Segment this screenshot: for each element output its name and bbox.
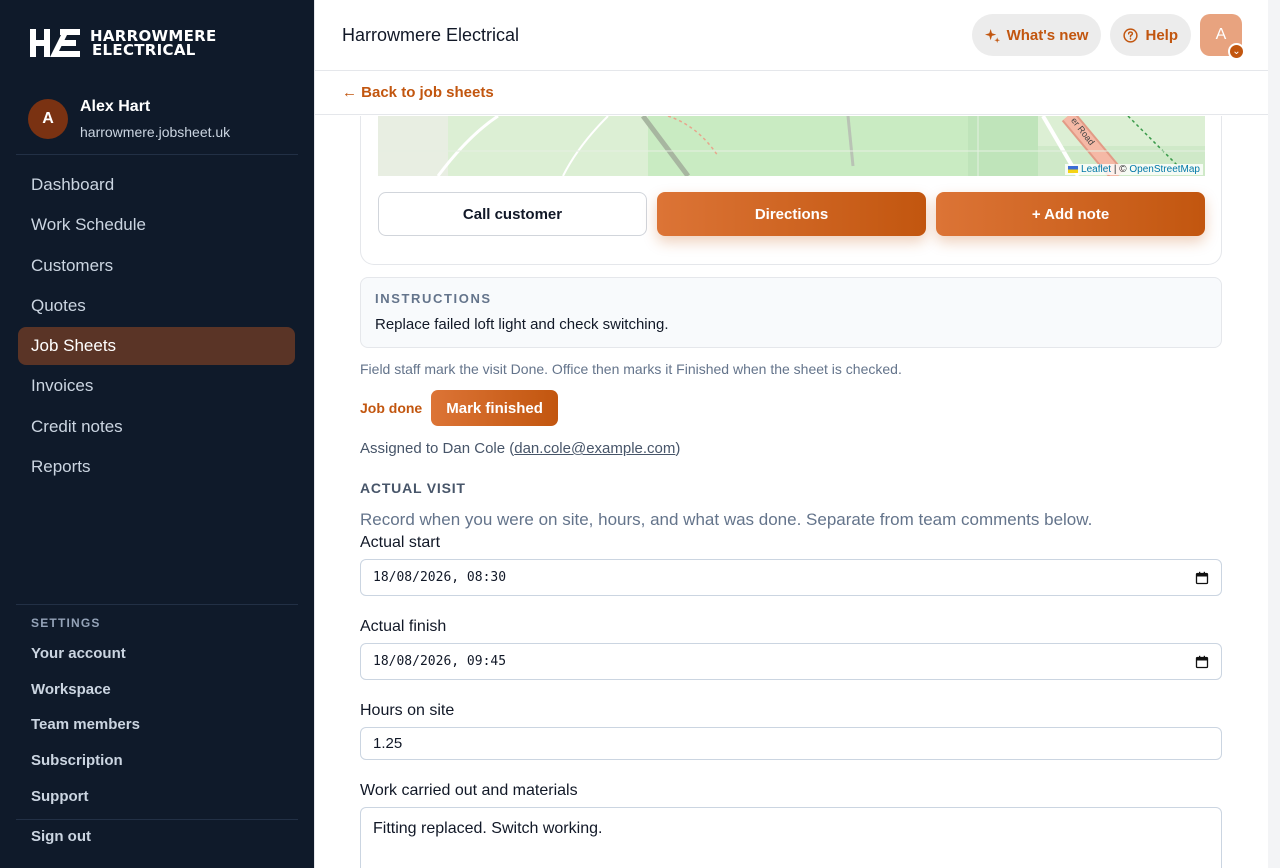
- status-help-text: Field staff mark the visit Done. Office …: [360, 361, 902, 377]
- account-avatar[interactable]: A ⌄: [1200, 14, 1245, 60]
- settings-item-your-account[interactable]: Your account: [31, 636, 140, 672]
- actual-visit-description: Record when you were on site, hours, and…: [360, 510, 1093, 529]
- map-attribution: Leaflet | © OpenStreetMap: [1065, 164, 1203, 175]
- location-map[interactable]: er Road Leaflet | © OpenStreetMap: [378, 116, 1205, 176]
- sparkle-icon: [984, 28, 1000, 43]
- whats-new-button[interactable]: What's new: [971, 14, 1102, 56]
- sidebar-item-job-sheets[interactable]: Job Sheets: [18, 327, 295, 366]
- openstreetmap-link[interactable]: OpenStreetMap: [1129, 164, 1200, 175]
- scrollbar-track[interactable]: [1268, 0, 1280, 868]
- settings-item-subscription[interactable]: Subscription: [31, 743, 140, 779]
- mark-finished-button[interactable]: Mark finished: [431, 390, 558, 426]
- top-actions: What's new Help A ⌄: [971, 14, 1245, 60]
- work-carried-out-label: Work carried out and materials: [360, 782, 578, 799]
- calendar-icon[interactable]: [1195, 655, 1209, 669]
- page-title: Harrowmere Electrical: [342, 24, 520, 45]
- user-name: Alex Hart: [80, 98, 151, 115]
- back-to-job-sheets-link[interactable]: ← Back to job sheets: [342, 84, 494, 101]
- actual-finish-input[interactable]: 18/08/2026, 09:45: [360, 643, 1222, 680]
- user-profile[interactable]: A Alex Hart harrowmere.jobsheet.uk: [28, 98, 230, 140]
- status-row: Job done Mark finished: [360, 390, 1222, 426]
- hours-on-site-value: 1.25: [373, 735, 403, 752]
- hours-on-site-label: Hours on site: [360, 702, 455, 719]
- help-circle-icon: [1123, 27, 1139, 43]
- top-bar: Harrowmere Electrical What's new Help A …: [315, 0, 1268, 71]
- assigned-suffix: ): [675, 440, 681, 457]
- instructions-label: INSTRUCTIONS: [375, 291, 492, 306]
- assignee-email-link[interactable]: dan.cole@example.com: [514, 440, 675, 457]
- location-actions: Call customer Directions + Add note: [378, 192, 1205, 236]
- actual-visit-heading: ACTUAL VISIT: [360, 480, 466, 496]
- sidebar-divider: [16, 604, 298, 605]
- add-note-button[interactable]: + Add note: [936, 192, 1205, 236]
- sidebar-item-work-schedule[interactable]: Work Schedule: [18, 206, 295, 244]
- settings-item-workspace[interactable]: Workspace: [31, 672, 140, 708]
- hours-on-site-input[interactable]: 1.25: [360, 727, 1222, 760]
- assigned-prefix: Assigned to Dan Cole (: [360, 440, 515, 457]
- help-button[interactable]: Help: [1110, 14, 1191, 56]
- brand-line2: ELECTRICAL: [92, 41, 196, 59]
- settings-list: Your account Workspace Team members Subs…: [31, 636, 140, 814]
- brand-logo[interactable]: HARROWMERE ELECTRICAL: [30, 28, 217, 58]
- sidebar-item-credit-notes[interactable]: Credit notes: [18, 408, 295, 446]
- call-customer-button[interactable]: Call customer: [378, 192, 647, 236]
- attribution-separator: | ©: [1111, 164, 1130, 175]
- actual-finish-value: 18/08/2026, 09:45: [373, 654, 507, 669]
- chevron-down-icon: ⌄: [1228, 43, 1245, 60]
- assigned-to: Assigned to Dan Cole (dan.cole@example.c…: [360, 440, 1222, 457]
- settings-item-team-members[interactable]: Team members: [31, 707, 140, 743]
- whats-new-label: What's new: [1006, 26, 1089, 44]
- flag-icon: [1068, 165, 1079, 173]
- work-carried-out-group: Work carried out and materials Fitting r…: [360, 782, 1222, 868]
- job-done-status: Job done: [360, 400, 423, 416]
- directions-button[interactable]: Directions: [657, 192, 926, 236]
- help-label: Help: [1145, 26, 1178, 44]
- sidebar-divider: [16, 154, 298, 155]
- back-bar: ← Back to job sheets: [315, 71, 1268, 115]
- job-sheet-content: er Road Leaflet | © OpenStreetMap Call c…: [360, 116, 1222, 868]
- logo-mark-icon: [30, 29, 80, 57]
- user-domain: harrowmere.jobsheet.uk: [80, 124, 231, 140]
- sidebar-item-quotes[interactable]: Quotes: [18, 287, 295, 325]
- leaflet-link[interactable]: Leaflet: [1081, 164, 1111, 175]
- actual-start-label: Actual start: [360, 534, 441, 551]
- actual-finish-group: Actual finish 18/08/2026, 09:45: [360, 618, 1222, 680]
- actual-start-value: 18/08/2026, 08:30: [373, 570, 507, 585]
- sidebar-item-invoices[interactable]: Invoices: [18, 367, 295, 405]
- sidebar-item-dashboard[interactable]: Dashboard: [18, 166, 295, 204]
- instructions-box: INSTRUCTIONS Replace failed loft light a…: [360, 277, 1222, 348]
- sign-out-link[interactable]: Sign out: [31, 828, 91, 845]
- sidebar: HARROWMERE ELECTRICAL A Alex Hart harrow…: [0, 0, 314, 868]
- account-avatar-initial: A: [1215, 26, 1227, 43]
- actual-start-input[interactable]: 18/08/2026, 08:30: [360, 559, 1222, 596]
- location-card: er Road Leaflet | © OpenStreetMap Call c…: [360, 116, 1222, 265]
- work-carried-out-textarea[interactable]: Fitting replaced. Switch working.: [360, 807, 1222, 868]
- sidebar-item-customers[interactable]: Customers: [18, 247, 295, 285]
- sidebar-divider: [16, 819, 298, 820]
- settings-item-support[interactable]: Support: [31, 778, 140, 814]
- actual-start-group: Actual start 18/08/2026, 08:30: [360, 534, 1222, 596]
- sidebar-nav: Dashboard Work Schedule Customers Quotes…: [18, 166, 295, 488]
- calendar-icon[interactable]: [1195, 571, 1209, 585]
- user-avatar: A: [28, 99, 68, 139]
- hours-on-site-group: Hours on site 1.25: [360, 702, 1222, 760]
- instructions-text: Replace failed loft light and check swit…: [375, 316, 669, 333]
- settings-heading: SETTINGS: [31, 616, 101, 630]
- actual-finish-label: Actual finish: [360, 618, 447, 635]
- sidebar-item-reports[interactable]: Reports: [18, 448, 295, 486]
- brand-name: HARROWMERE ELECTRICAL: [90, 29, 217, 59]
